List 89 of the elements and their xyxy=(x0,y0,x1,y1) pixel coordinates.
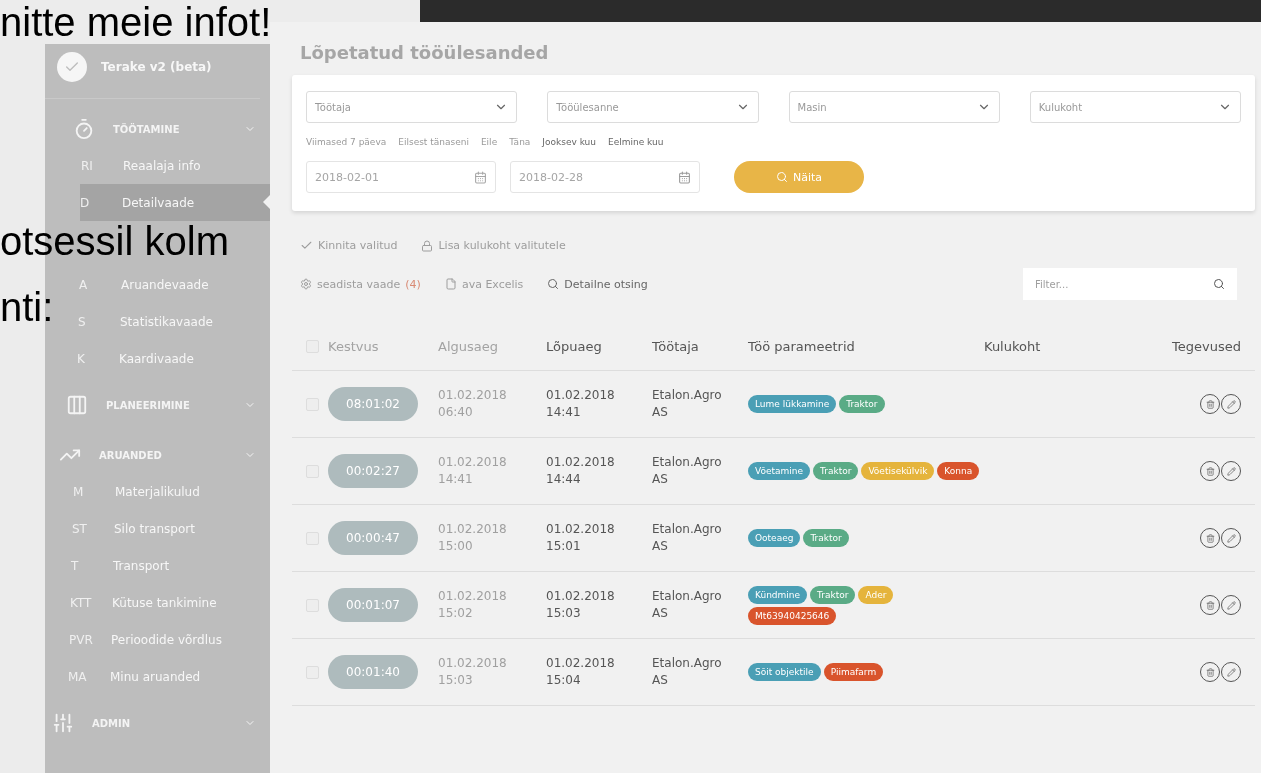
pencil-icon xyxy=(1226,600,1236,610)
check-icon xyxy=(300,239,313,252)
end-time-cell-text: 01.02.2018 15:03 xyxy=(546,588,616,622)
select-field[interactable]: Kulukoht xyxy=(1029,91,1241,123)
bulk-action-link[interactable]: Kinnita valitud xyxy=(300,239,398,252)
filter-field[interactable]: Filter... xyxy=(1023,268,1237,300)
calendar-icon xyxy=(678,170,691,184)
parameter-tag: Traktor xyxy=(813,462,859,480)
start-time-cell-text: 01.02.2018 15:03 xyxy=(438,655,508,689)
column-header: Kulukoht xyxy=(984,338,1042,354)
trash-icon xyxy=(1205,399,1215,409)
parameter-tag: Traktor xyxy=(810,585,856,604)
trash-icon xyxy=(1205,533,1215,543)
search-icon xyxy=(547,278,560,290)
trash-icon xyxy=(1205,667,1215,677)
parameter-tag: Võetisekülvik xyxy=(861,462,935,480)
worker-cell-text: Etalon.Agro AS xyxy=(652,655,723,689)
check-logo-icon xyxy=(57,52,87,82)
worker-cell-text: Etalon.Agro AS xyxy=(652,454,723,488)
sliders-icon xyxy=(52,712,74,734)
date-field[interactable]: 2018-02-28 xyxy=(510,161,700,193)
duration-pill: 08:01:02 xyxy=(328,387,418,421)
date-field[interactable]: 2018-02-01 xyxy=(306,161,496,193)
parameter-tag: Kündmine xyxy=(748,585,808,604)
sidebar-item[interactable]: D Detailvaade xyxy=(80,184,270,221)
bulk-action-link[interactable]: Lisa kulukoht valitutele xyxy=(421,239,566,252)
start-time-cell-text: 01.02.2018 14:41 xyxy=(438,454,508,488)
end-time-cell-text: 01.02.2018 15:04 xyxy=(546,655,616,689)
slide-heading: nitte meie infot! xyxy=(0,2,272,42)
column-header: Algusaeg xyxy=(438,338,499,354)
file-icon xyxy=(444,278,457,290)
select-field[interactable]: Töötaja xyxy=(306,91,518,123)
select-field[interactable]: Masin xyxy=(788,91,1000,123)
parameter-tag: Traktor xyxy=(839,395,885,413)
select-field[interactable]: Tööülesanne xyxy=(547,91,759,123)
slide-text-line: nti: xyxy=(0,287,54,327)
worker-cell-text: Etalon.Agro AS xyxy=(652,521,723,555)
column-header: Tegevused xyxy=(1171,338,1242,354)
date-range-link[interactable]: Jooksev kuu xyxy=(542,137,596,147)
start-time-cell-text: 01.02.2018 15:00 xyxy=(438,521,508,555)
worker-cell-text: Etalon.Agro AS xyxy=(652,387,723,421)
column-header: Lõpuaeg xyxy=(546,338,603,354)
columns-icon xyxy=(66,394,88,416)
pencil-icon xyxy=(1226,667,1236,677)
lock-icon xyxy=(421,239,434,252)
date-range-link[interactable]: Eile xyxy=(480,137,498,147)
duration-pill: 00:02:27 xyxy=(328,454,418,488)
end-time-cell-text: 01.02.2018 14:41 xyxy=(546,387,616,421)
parameter-tag: Konna xyxy=(937,462,980,480)
column-header: Kestvus xyxy=(328,338,380,354)
parameter-tag: Traktor xyxy=(803,529,849,547)
page-title: Lõpetatud tööülesanded xyxy=(300,42,550,63)
duration-pill: 00:01:40 xyxy=(328,655,418,689)
parameter-tag: Võetamine xyxy=(748,462,811,480)
parameter-tag: Mt63940425646 xyxy=(748,606,837,625)
date-range-link[interactable]: Eilsest tänaseni xyxy=(398,137,469,147)
parameter-tag: Ader xyxy=(858,585,894,604)
date-range-link[interactable]: Viimased 7 päeva xyxy=(306,137,387,147)
pencil-icon xyxy=(1226,466,1236,476)
date-range-link[interactable]: Eelmine kuu xyxy=(608,137,664,147)
search-icon xyxy=(1213,278,1225,290)
parameter-tag: Ooteaeg xyxy=(748,529,801,547)
end-time-cell-text: 01.02.2018 15:01 xyxy=(546,521,616,555)
parameter-tag: Lume lükkamine xyxy=(748,395,837,413)
column-header: Töötaja xyxy=(652,338,700,354)
pencil-icon xyxy=(1226,533,1236,543)
trash-icon xyxy=(1205,600,1215,610)
calendar-icon xyxy=(474,170,487,184)
worker-cell-text: Etalon.Agro AS xyxy=(652,588,723,622)
column-header: Töö parameetrid xyxy=(748,338,856,354)
parameter-tag: Piimafarm xyxy=(823,663,884,681)
pencil-icon xyxy=(1226,399,1236,409)
settings-icon xyxy=(300,278,312,290)
end-time-cell-text: 01.02.2018 14:44 xyxy=(546,454,616,488)
start-time-cell-text: 01.02.2018 06:40 xyxy=(438,387,508,421)
slide-text-line: otsessil kolm xyxy=(0,221,229,261)
view-action-link[interactable]: seadista vaade (4) xyxy=(300,277,421,291)
start-time-cell-text: 01.02.2018 15:02 xyxy=(438,588,508,622)
view-action-link[interactable]: ava Excelis xyxy=(444,277,524,291)
trash-icon xyxy=(1205,466,1215,476)
view-action-link[interactable]: Detailne otsing xyxy=(547,277,648,291)
duration-pill: 00:00:47 xyxy=(328,521,418,555)
show-button[interactable]: Näita xyxy=(734,161,864,193)
date-range-link[interactable]: Täna xyxy=(509,137,531,147)
stopwatch-icon xyxy=(73,118,95,140)
duration-pill: 00:01:07 xyxy=(328,588,418,622)
app-name: Terake v2 (beta) xyxy=(101,60,212,74)
parameter-tag: Sõit objektile xyxy=(748,663,821,681)
search-icon xyxy=(775,171,788,183)
